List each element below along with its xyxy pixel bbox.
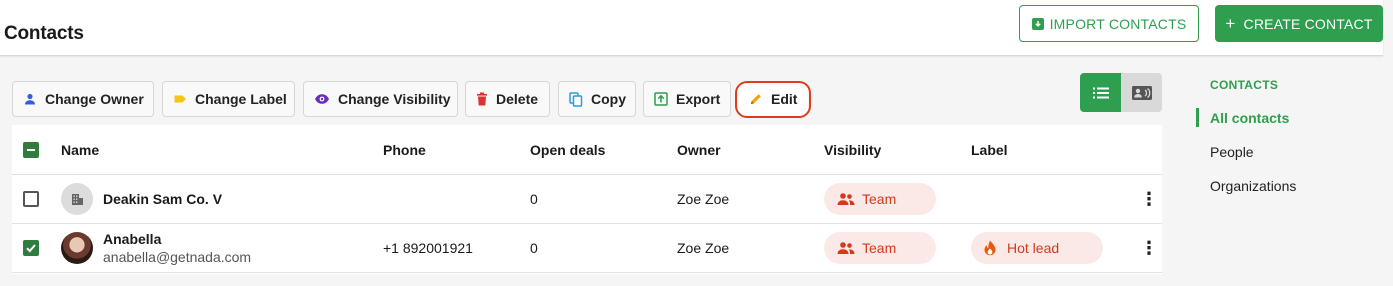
delete-label: Delete (496, 91, 539, 107)
phone-cell: +1 892001921 (383, 240, 473, 256)
team-icon (837, 193, 855, 205)
name-cell: Anabella anabella@getnada.com (61, 224, 251, 272)
row-checkbox[interactable] (23, 240, 39, 256)
column-header-phone[interactable]: Phone (383, 125, 426, 174)
visibility-text: Team (862, 240, 897, 256)
page-title: Contacts (4, 23, 84, 44)
plus-icon: + (1225, 14, 1236, 33)
change-owner-button[interactable]: Change Owner (12, 81, 154, 117)
organization-avatar (61, 183, 93, 215)
row-select-cell (23, 224, 39, 272)
sidebar-item-people[interactable]: People (1210, 144, 1254, 160)
list-view-icon (1092, 87, 1109, 98)
view-toggle (1080, 73, 1162, 112)
table-row[interactable]: Deakin Sam Co. V 0 Zoe Zoe Team ⋮ (12, 175, 1162, 224)
create-contact-label: CREATE CONTACT (1243, 15, 1373, 32)
sidebar-item-all-contacts[interactable]: All contacts (1210, 110, 1289, 126)
sidebar-item-organizations[interactable]: Organizations (1210, 178, 1296, 194)
name-cell: Deakin Sam Co. V (61, 175, 222, 223)
sidebar-heading: CONTACTS (1210, 78, 1279, 92)
change-owner-label: Change Owner (45, 91, 144, 107)
trash-icon (477, 92, 487, 106)
person-icon (25, 93, 35, 105)
copy-label: Copy (591, 91, 626, 107)
open-deals-cell: 0 (530, 240, 538, 256)
delete-button[interactable]: Delete (465, 81, 550, 117)
copy-button[interactable]: Copy (558, 81, 636, 117)
visibility-badge: Team (824, 183, 936, 215)
edit-button[interactable]: Edit (738, 81, 808, 117)
change-label-button[interactable]: Change Label (162, 81, 295, 117)
eye-icon (315, 94, 329, 104)
visibility-cell: Team (824, 175, 936, 223)
top-header: Contacts IMPORT CONTACTS + CREATE CONTAC… (0, 0, 1383, 56)
visibility-badge: Team (824, 232, 936, 264)
import-icon (1031, 17, 1044, 30)
select-all-cell (23, 125, 39, 174)
label-badge: Hot lead (971, 232, 1103, 264)
contact-name-block: Anabella anabella@getnada.com (103, 231, 251, 265)
select-all-checkbox[interactable] (23, 141, 39, 158)
table-header-row: Name Phone Open deals Owner Visibility L… (12, 125, 1162, 175)
edit-label: Edit (771, 91, 798, 107)
contact-card-icon (1131, 85, 1152, 100)
avatar (61, 232, 93, 264)
row-select-cell (23, 175, 39, 223)
contact-name[interactable]: Anabella (103, 231, 251, 247)
contacts-table: Name Phone Open deals Owner Visibility L… (12, 125, 1162, 274)
import-contacts-label: IMPORT CONTACTS (1049, 15, 1187, 32)
label-text: Hot lead (1007, 240, 1060, 256)
column-header-open-deals[interactable]: Open deals (530, 125, 605, 174)
export-button[interactable]: Export (643, 81, 731, 117)
import-contacts-button[interactable]: IMPORT CONTACTS (1019, 5, 1199, 42)
row-checkbox[interactable] (23, 191, 39, 207)
column-header-label[interactable]: Label (971, 125, 1008, 174)
change-label-label: Change Label (195, 91, 287, 107)
contact-email: anabella@getnada.com (103, 249, 252, 265)
export-label: Export (676, 91, 721, 107)
building-icon (72, 194, 83, 205)
open-deals-cell: 0 (530, 191, 538, 207)
copy-icon (569, 91, 583, 107)
list-view-button[interactable] (1080, 73, 1121, 112)
card-view-button[interactable] (1121, 73, 1162, 112)
owner-cell: Zoe Zoe (677, 240, 730, 256)
label-cell: Hot lead (971, 224, 1103, 272)
column-header-visibility[interactable]: Visibility (824, 125, 881, 174)
contact-name[interactable]: Deakin Sam Co. V (103, 191, 222, 207)
visibility-cell: Team (824, 224, 936, 272)
column-header-owner[interactable]: Owner (677, 125, 721, 174)
owner-cell: Zoe Zoe (677, 191, 730, 207)
row-menu-kebab-icon[interactable]: ⋮ (1140, 224, 1158, 272)
change-visibility-label: Change Visibility (338, 91, 451, 107)
sidebar-active-indicator (1196, 108, 1199, 127)
fire-icon (984, 240, 996, 256)
create-contact-button[interactable]: + CREATE CONTACT (1215, 5, 1383, 42)
export-icon (654, 92, 668, 106)
change-visibility-button[interactable]: Change Visibility (303, 81, 458, 117)
row-menu-kebab-icon[interactable]: ⋮ (1140, 175, 1158, 223)
label-tag-icon (174, 95, 186, 103)
visibility-text: Team (862, 191, 897, 207)
column-header-name[interactable]: Name (61, 125, 99, 174)
table-row[interactable]: Anabella anabella@getnada.com +1 8920019… (12, 224, 1162, 273)
pencil-icon (751, 94, 761, 104)
team-icon (837, 242, 855, 254)
